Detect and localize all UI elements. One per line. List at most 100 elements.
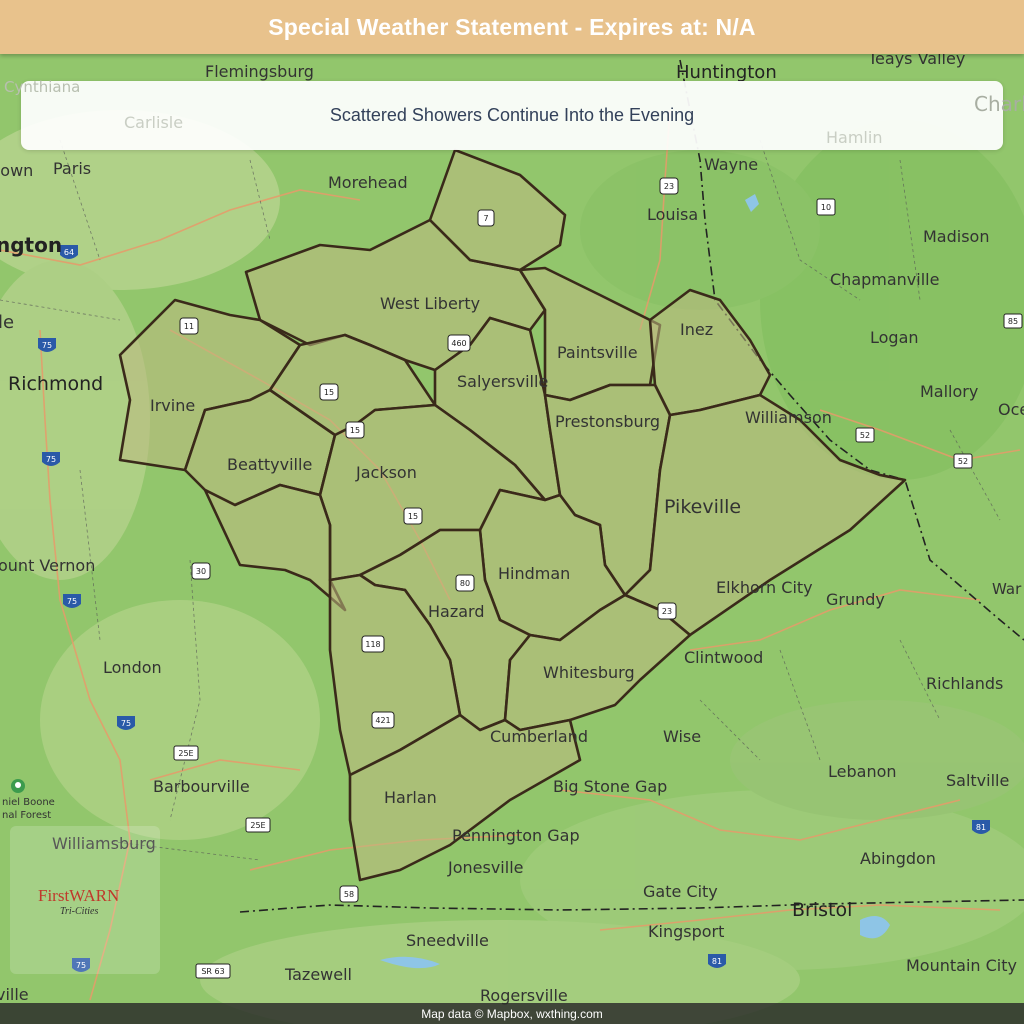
svg-text:23: 23 [662, 607, 672, 616]
svg-text:52: 52 [860, 431, 870, 440]
headline-text: Scattered Showers Continue Into the Even… [329, 105, 695, 125]
label-barbourville: Barbourville [153, 777, 250, 796]
label-bristol: Bristol [792, 899, 852, 921]
shield-58: 58 [339, 885, 359, 903]
label-ville: ville [0, 985, 29, 1004]
shield-10: 10 [816, 198, 836, 216]
label-jonesville: Jonesville [447, 858, 523, 877]
shield-i64: 64 [60, 245, 78, 259]
svg-text:SR 63: SR 63 [201, 967, 224, 976]
label-big-stone-gap: Big Stone Gap [553, 777, 667, 796]
label-paintsville: Paintsville [557, 343, 638, 362]
label-jackson: Jackson [355, 463, 417, 482]
svg-text:81: 81 [976, 823, 986, 832]
svg-text:10: 10 [821, 203, 831, 212]
svg-text:58: 58 [344, 890, 354, 899]
shield-i75a: 75 [38, 338, 56, 352]
svg-text:118: 118 [365, 640, 380, 649]
shield-11: 11 [179, 317, 199, 335]
attribution-text: Map data © Mapbox, wxthing.com [421, 1006, 603, 1021]
label-richlands: Richlands [926, 674, 1003, 693]
label-irvine: Irvine [150, 396, 195, 415]
label-wise: Wise [663, 727, 701, 746]
forest-marker-icon [11, 779, 25, 793]
label-lebanon: Lebanon [828, 762, 897, 781]
shield-25e-a: 25E [173, 745, 199, 761]
shield-118: 118 [361, 635, 385, 653]
label-grundy: Grundy [826, 590, 885, 609]
shield-15a: 15 [319, 383, 339, 401]
label-williamson: Williamson [745, 408, 832, 427]
shield-23-south: 23 [657, 602, 677, 620]
label-madison: Madison [923, 227, 989, 246]
svg-text:23: 23 [664, 182, 674, 191]
label-kingsport: Kingsport [648, 922, 724, 941]
svg-text:30: 30 [196, 567, 206, 576]
label-london: London [103, 658, 162, 677]
shield-30: 30 [191, 562, 211, 580]
label-logan: Logan [870, 328, 919, 347]
label-oce: Oce [998, 400, 1024, 419]
label-prestonsburg: Prestonsburg [555, 412, 660, 431]
svg-text:25E: 25E [250, 821, 265, 830]
svg-text:75: 75 [42, 341, 52, 350]
label-paris: Paris [53, 159, 91, 178]
svg-text:52: 52 [958, 457, 968, 466]
shield-421: 421 [371, 711, 395, 729]
label-le: le [0, 312, 14, 333]
label-chapmanville: Chapmanville [830, 270, 939, 289]
shield-i81b: 81 [708, 954, 726, 968]
svg-text:64: 64 [64, 248, 74, 257]
shield-460: 460 [447, 334, 471, 352]
svg-text:460: 460 [451, 339, 466, 348]
svg-text:421: 421 [375, 716, 390, 725]
label-mount-vernon: ount Vernon [0, 556, 95, 575]
shield-15c: 15 [403, 507, 423, 525]
shield-i75c: 75 [63, 594, 81, 608]
alert-headline-banner: Scattered Showers Continue Into the Even… [21, 81, 1003, 150]
svg-text:75: 75 [121, 719, 131, 728]
shield-15b: 15 [345, 421, 365, 439]
label-morehead: Morehead [328, 173, 408, 192]
label-national-forest: nal Forest [2, 810, 51, 821]
svg-text:7: 7 [483, 214, 488, 223]
shield-25e-b: 25E [245, 817, 271, 833]
label-west-liberty: West Liberty [380, 294, 480, 313]
label-inez: Inez [680, 320, 713, 339]
label-sneedville: Sneedville [406, 931, 489, 950]
svg-text:15: 15 [350, 426, 360, 435]
label-louisa: Louisa [647, 205, 698, 224]
label-wayne: Wayne [704, 155, 758, 174]
label-elkhorn-city: Elkhorn City [716, 578, 813, 597]
label-mountain-city: Mountain City [906, 956, 1017, 975]
label-hazard: Hazard [428, 602, 485, 621]
label-huntington: Huntington [676, 62, 777, 83]
svg-text:15: 15 [324, 388, 334, 397]
label-clintwood: Clintwood [684, 648, 763, 667]
map-attribution: Map data © Mapbox, wxthing.com [0, 1003, 1024, 1024]
svg-text:11: 11 [184, 322, 194, 331]
svg-text:25E: 25E [178, 749, 193, 758]
shield-i81a: 81 [972, 820, 990, 834]
shield-i75d: 75 [117, 716, 135, 730]
logo-subtitle: Tri-Cities [60, 906, 99, 917]
label-war: War [992, 580, 1022, 598]
label-salyersville: Salyersville [457, 372, 548, 391]
svg-text:75: 75 [67, 597, 77, 606]
alert-title: Special Weather Statement - Expires at: … [268, 13, 756, 40]
label-ngton: ngton [0, 233, 62, 257]
label-tazewell: Tazewell [284, 965, 352, 984]
label-hindman: Hindman [498, 564, 570, 583]
label-richmond: Richmond [8, 373, 103, 395]
label-harlan: Harlan [384, 788, 437, 807]
shield-i75b: 75 [42, 452, 60, 466]
svg-text:15: 15 [408, 512, 418, 521]
shield-7: 7 [477, 209, 495, 227]
label-saltville: Saltville [946, 771, 1009, 790]
shield-85: 85 [1003, 313, 1023, 329]
alert-header: Special Weather Statement - Expires at: … [0, 0, 1024, 54]
svg-text:75: 75 [46, 455, 56, 464]
label-mallory: Mallory [920, 382, 978, 401]
shield-sr63: SR 63 [195, 963, 231, 979]
label-pikeville: Pikeville [664, 496, 741, 518]
